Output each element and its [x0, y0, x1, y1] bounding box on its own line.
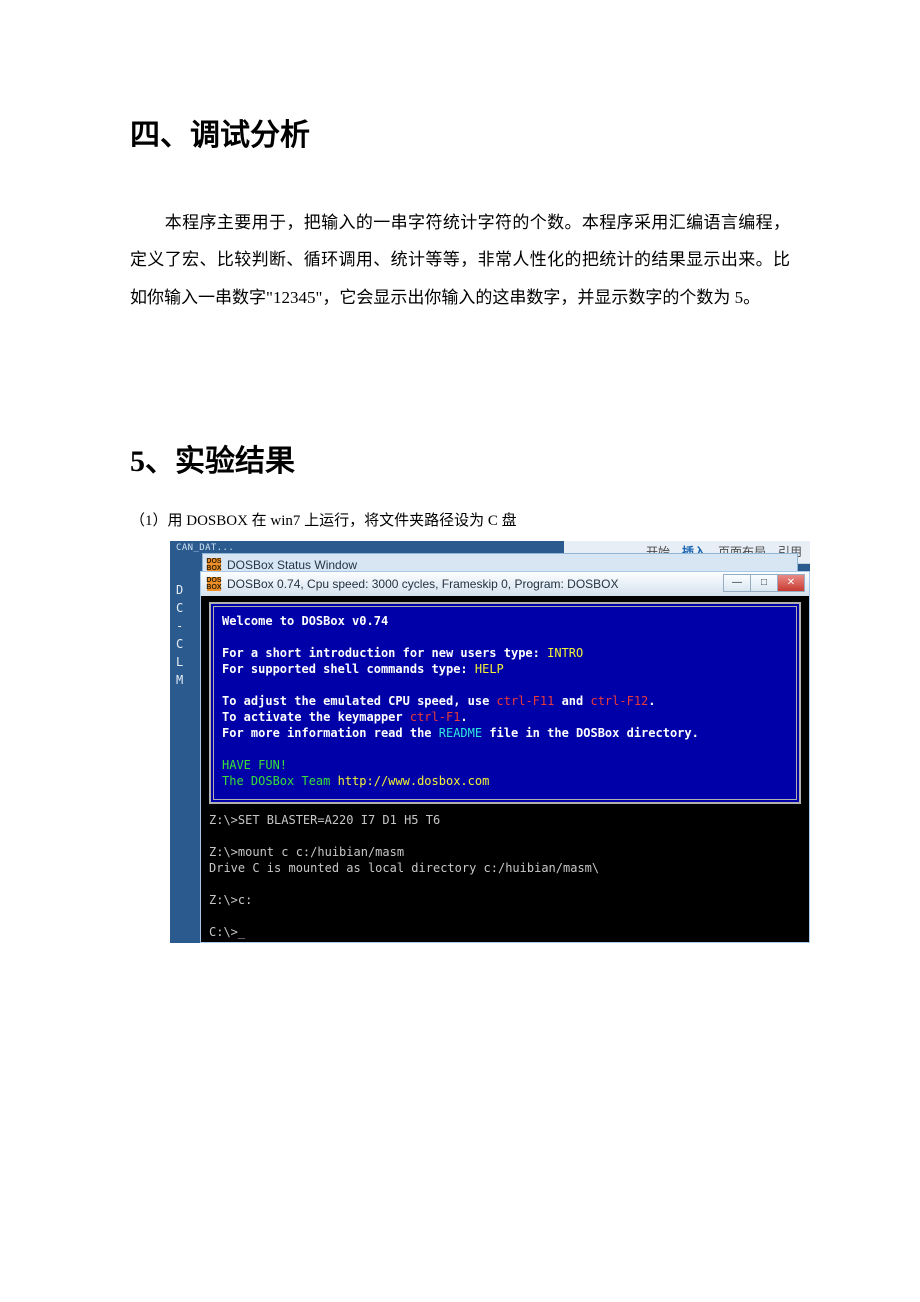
- dosbox-welcome-box: Welcome to DOSBox v0.74 For a short intr…: [213, 606, 797, 800]
- dosbox-console-output: Z:\>SET BLASTER=A220 I7 D1 H5 T6 Z:\>mou…: [201, 804, 809, 940]
- close-button[interactable]: ✕: [777, 574, 805, 592]
- dosbox-title-text: DOSBox 0.74, Cpu speed: 3000 cycles, Fra…: [227, 577, 619, 591]
- section-4-heading: 四、调试分析: [130, 110, 790, 154]
- dosbox-screenshot: CAN_DAT... 开始 插入 页面布局 引用 DOS BOX DOSBox …: [170, 541, 810, 943]
- dosbox-icon: DOS BOX: [207, 577, 221, 591]
- section-4-body: 本程序主要用于，把输入的一串字符统计字符的个数。本程序采用汇编语言编程，定义了宏…: [130, 204, 790, 316]
- dosbox-status-title-text: DOSBox Status Window: [227, 558, 357, 572]
- dosbox-terminal-body[interactable]: Welcome to DOSBox v0.74 For a short intr…: [201, 596, 809, 942]
- snippet-title-fragment: CAN_DAT...: [176, 543, 234, 553]
- dosbox-icon: DOS BOX: [207, 558, 221, 572]
- dosbox-titlebar[interactable]: DOS BOX DOSBox 0.74, Cpu speed: 3000 cyc…: [201, 572, 809, 597]
- background-editor-gutter: D C - C L M: [176, 581, 183, 689]
- dosbox-window: DOS BOX DOSBox 0.74, Cpu speed: 3000 cyc…: [200, 571, 810, 943]
- screenshot-caption-1: （1）用 DOSBOX 在 win7 上运行，将文件夹路径设为 C 盘: [130, 510, 790, 533]
- maximize-button[interactable]: □: [750, 574, 778, 592]
- section-5-heading: 5、实验结果: [130, 436, 790, 480]
- minimize-button[interactable]: —: [723, 574, 751, 592]
